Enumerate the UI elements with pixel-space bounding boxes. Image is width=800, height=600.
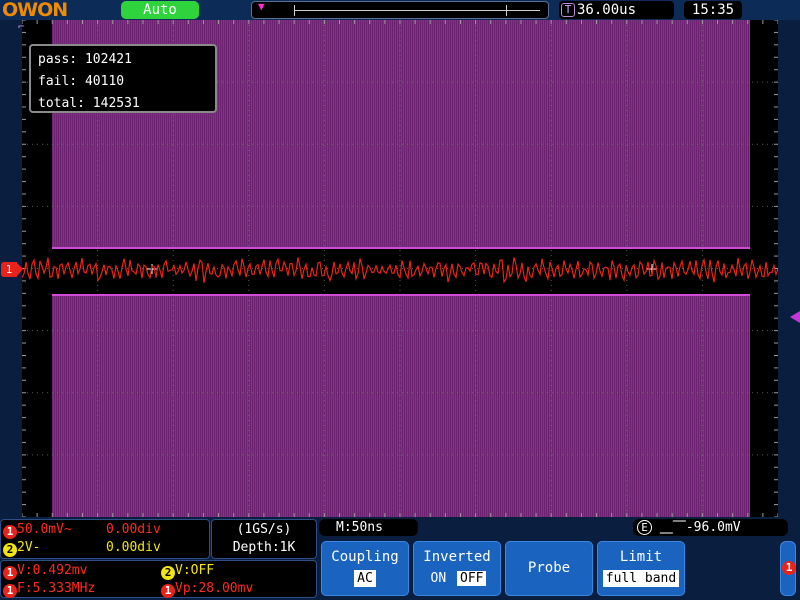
trigger-mode-badge[interactable]: Auto [121,1,199,19]
pass-count: 102421 [84,52,132,67]
ch2-icon: 2 [3,543,17,557]
coupling-title: Coupling [331,549,399,565]
meas-ch2-icon: 2 [161,566,175,580]
ch2-offset: 0.00div [106,540,161,555]
ch2-settings: 2 2V- 0.00div [3,539,207,557]
meas-ch1-icon: 1 [3,566,17,580]
pass-fail-stats: pass: 102421 fail: 40110 total: 142531 [29,44,217,113]
probe-menu-button[interactable]: Probe [505,541,593,596]
memory-line [294,10,540,11]
fail-count: 40110 [84,74,125,89]
trigger-level: -96.0mV [685,520,741,535]
memory-position-bar[interactable]: ▼ [251,0,549,19]
meas-ch1-peak: Vp:28.00mv [175,581,254,596]
window-end-tick [506,5,507,16]
channel-settings-panel[interactable]: 1 50.0mV~ 0.00div 2 2V- 0.00div [0,519,210,559]
meas-ch2-voltage: V:OFF [175,563,215,578]
ch1-icon: 1 [3,525,17,539]
trigger-time-readout[interactable]: T 36.00us [559,1,674,19]
probe-title: Probe [527,560,571,576]
total-count-row: total: 142531 [38,96,140,111]
trigger-position-icon: ▼ [258,0,265,13]
trigger-level-marker[interactable] [790,311,800,323]
inverted-on-option: ON [430,571,447,586]
ch1-scale: 50.0mV~ [17,522,72,537]
inverted-title: Inverted [423,549,491,565]
trigger-info-readout[interactable]: E ⎽⎺-96.0mV [633,519,788,536]
meas-ch1-frequency: F:5.333MHz [17,581,96,596]
inverted-menu-button[interactable]: Inverted ON OFF [413,541,501,596]
meas-ch1-voltage: V:0.492mv [17,563,88,578]
measurement-panel: 1 V:0.492mv 2 V:OFF 1 F:5.333MHz 1 Vp:28.00m… [0,560,317,598]
main-timebase-readout[interactable]: M:50ns [319,519,418,536]
clock: 15:35 [684,1,742,19]
ch1-offset: 0.00div [106,522,161,537]
rising-edge-icon: ⎽⎺ [659,520,686,535]
limit-menu-button[interactable]: Limit full band [597,541,685,596]
ch1-settings: 1 50.0mV~ 0.00div [3,521,207,539]
total-count: 142531 [92,96,140,111]
edge-trigger-icon: E [637,520,652,535]
trigger-time-marker-icon: ⌐ [18,20,25,33]
meas-ch1-freq-icon: 1 [3,584,17,598]
time-offset-value: 36.00us [577,2,637,18]
sample-rate: (1GS/s) [236,522,292,537]
record-depth: Depth:1K [232,540,296,555]
menu-page-indicator[interactable]: 1 [780,541,796,596]
limit-title: Limit [619,549,663,565]
top-status-bar: OWON Auto ▼ T 36.00us 15:35 [0,0,800,20]
coupling-menu-button[interactable]: Coupling AC [321,541,409,596]
ch1-level-marker[interactable]: 1 [1,262,23,277]
waveform-screen[interactable]: pass: 102421 fail: 40110 total: 142531 [22,20,778,517]
coupling-value: AC [354,570,376,587]
meas-ch1-vp-icon: 1 [161,584,175,598]
fail-count-row: fail: 40110 [38,74,125,89]
ch2-scale: 2V- [17,540,41,555]
window-start-tick [294,5,295,16]
time-offset-icon: T [561,3,575,17]
owon-logo: OWON [2,0,68,21]
acquisition-panel: (1GS/s) Depth:1K [211,519,317,559]
inverted-off-option: OFF [457,571,487,586]
menu-channel-icon: 1 [782,561,796,575]
limit-value: full band [602,570,680,587]
pass-count-row: pass: 102421 [38,52,132,67]
